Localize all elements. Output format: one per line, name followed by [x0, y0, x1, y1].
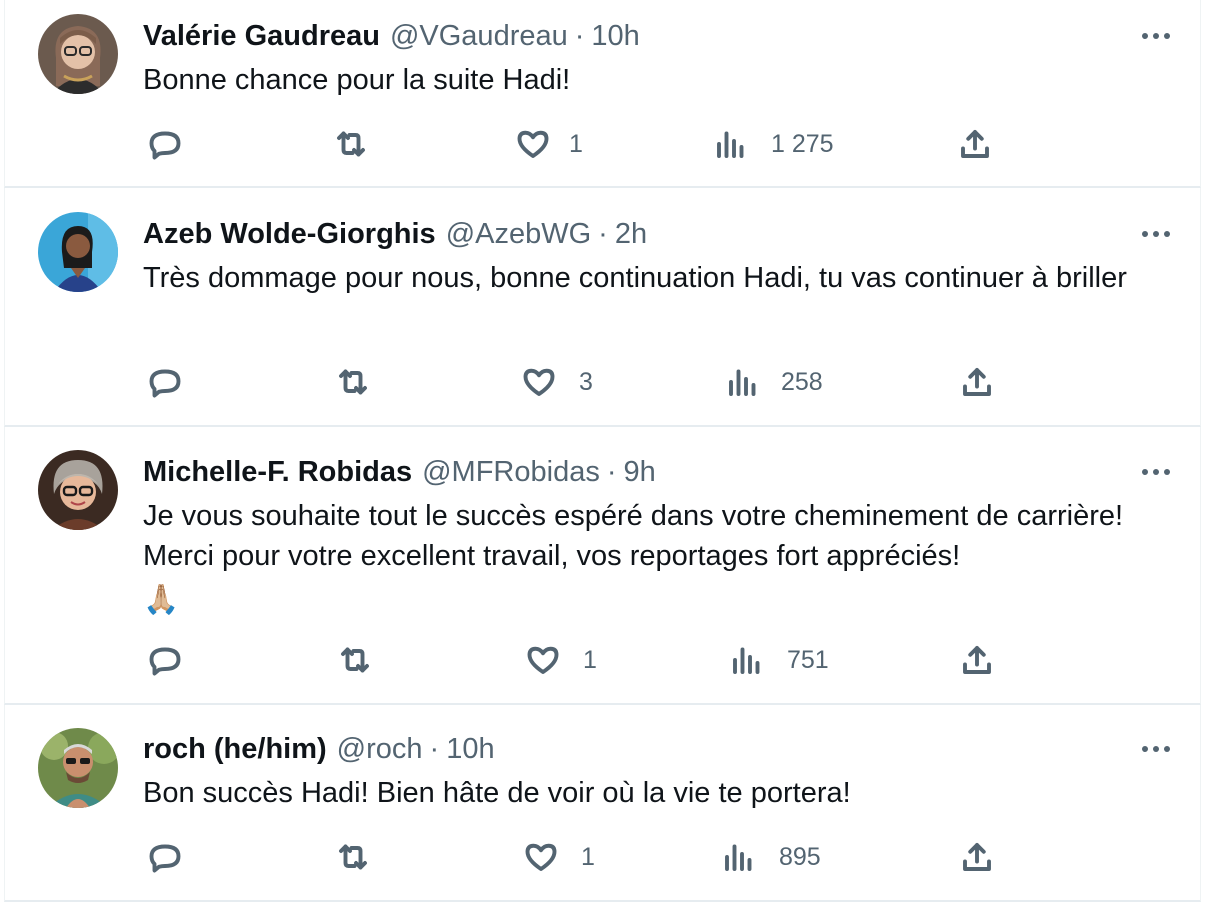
views-button[interactable]: 258: [725, 362, 823, 402]
display-name[interactable]: Michelle-F. Robidas: [143, 456, 412, 489]
reply-icon: [149, 131, 181, 160]
tweet[interactable]: roch (he/him) @roch · 10h Bon succès Had…: [4, 705, 1201, 902]
views-count: 1 275: [771, 129, 834, 158]
retweet-icon: [341, 647, 369, 673]
like-button[interactable]: 1: [515, 124, 583, 164]
tweet[interactable]: Azeb Wolde-Giorghis @AzebWG · 2h Très do…: [4, 188, 1201, 427]
user-handle[interactable]: @AzebWG: [446, 218, 591, 251]
retweet-button[interactable]: [335, 362, 371, 402]
separator: ·: [606, 455, 617, 488]
user-handle[interactable]: @roch: [337, 733, 423, 766]
heart-icon: [527, 646, 559, 674]
retweet-icon: [339, 844, 367, 870]
views-chart-icon: [733, 647, 760, 674]
heart-icon: [517, 130, 549, 158]
tweet-text: Bonne chance pour la suite Hadi!: [143, 64, 571, 96]
more-options-icon[interactable]: [1136, 739, 1176, 759]
separator: ·: [574, 19, 585, 52]
avatar[interactable]: [38, 212, 118, 292]
timestamp[interactable]: 10h: [446, 733, 494, 766]
like-count: 1: [569, 129, 583, 158]
praying-hands-emoji: 🙏🏼: [143, 584, 180, 616]
views-count: 258: [781, 367, 823, 396]
heart-icon: [525, 843, 557, 871]
like-count: 1: [583, 645, 597, 674]
like-button[interactable]: 1: [525, 640, 597, 680]
views-count: 895: [779, 842, 821, 871]
tweet-text: Bon succès Hadi! Bien hâte de voir où la…: [143, 777, 851, 809]
retweet-icon: [339, 369, 367, 395]
user-handle[interactable]: @MFRobidas: [422, 456, 600, 489]
avatar[interactable]: [38, 14, 118, 94]
views-button[interactable]: 1 275: [713, 124, 834, 164]
like-count: 1: [581, 842, 595, 871]
like-button[interactable]: 1: [523, 837, 595, 877]
share-button[interactable]: [959, 837, 995, 877]
share-icon: [961, 130, 989, 158]
views-button[interactable]: 895: [721, 837, 821, 877]
share-icon: [963, 368, 991, 396]
timestamp[interactable]: 2h: [615, 218, 647, 251]
like-button[interactable]: 3: [521, 362, 593, 402]
share-icon: [963, 843, 991, 871]
share-button[interactable]: [959, 640, 995, 680]
reply-icon: [149, 369, 181, 398]
views-chart-icon: [729, 369, 756, 396]
action-bar: 1 1 275: [143, 124, 1003, 164]
display-name[interactable]: roch (he/him): [143, 733, 327, 766]
reply-icon: [149, 844, 181, 873]
avatar[interactable]: [38, 450, 118, 530]
tweet[interactable]: Valérie Gaudreau @VGaudreau · 10h Bonne …: [4, 0, 1201, 188]
retweet-button[interactable]: [333, 124, 369, 164]
views-chart-icon: [725, 844, 752, 871]
reply-button[interactable]: [147, 362, 183, 402]
tweet-header: Michelle-F. Robidas @MFRobidas · 9h: [143, 452, 656, 492]
tweet-text: Très dommage pour nous, bonne continuati…: [143, 262, 1127, 294]
reply-button[interactable]: [147, 837, 183, 877]
retweet-button[interactable]: [337, 640, 373, 680]
tweet-header: Azeb Wolde-Giorghis @AzebWG · 2h: [143, 214, 647, 254]
views-button[interactable]: 751: [729, 640, 829, 680]
reply-icon: [149, 647, 181, 676]
separator: ·: [429, 732, 440, 765]
user-handle[interactable]: @VGaudreau: [390, 20, 568, 53]
tweet-text-body: Je vous souhaite tout le succès espéré d…: [143, 500, 1124, 572]
views-count: 751: [787, 645, 829, 674]
share-button[interactable]: [959, 362, 995, 402]
timestamp[interactable]: 9h: [624, 456, 656, 489]
display-name[interactable]: Valérie Gaudreau: [143, 20, 380, 53]
separator: ·: [598, 217, 608, 250]
retweet-icon: [337, 131, 365, 157]
avatar[interactable]: [38, 728, 118, 808]
more-options-icon[interactable]: [1136, 462, 1176, 482]
action-bar: 1 751: [143, 640, 1003, 680]
reply-button[interactable]: [147, 124, 183, 164]
timestamp[interactable]: 10h: [591, 20, 639, 53]
like-count: 3: [579, 367, 593, 396]
tweet-text: Je vous souhaite tout le succès espéré d…: [143, 496, 1153, 620]
share-button[interactable]: [957, 124, 993, 164]
reply-button[interactable]: [147, 640, 183, 680]
tweet[interactable]: Michelle-F. Robidas @MFRobidas · 9h Je v…: [4, 427, 1201, 705]
views-chart-icon: [717, 131, 744, 158]
tweet-header: roch (he/him) @roch · 10h: [143, 729, 495, 769]
tweet-header: Valérie Gaudreau @VGaudreau · 10h: [143, 16, 640, 56]
more-options-icon[interactable]: [1136, 224, 1176, 244]
action-bar: 3 258: [143, 362, 1003, 402]
retweet-button[interactable]: [335, 837, 371, 877]
share-icon: [963, 646, 991, 674]
more-options-icon[interactable]: [1136, 26, 1176, 46]
display-name[interactable]: Azeb Wolde-Giorghis: [143, 218, 436, 251]
action-bar: 1 895: [143, 837, 1003, 877]
heart-icon: [523, 368, 555, 396]
